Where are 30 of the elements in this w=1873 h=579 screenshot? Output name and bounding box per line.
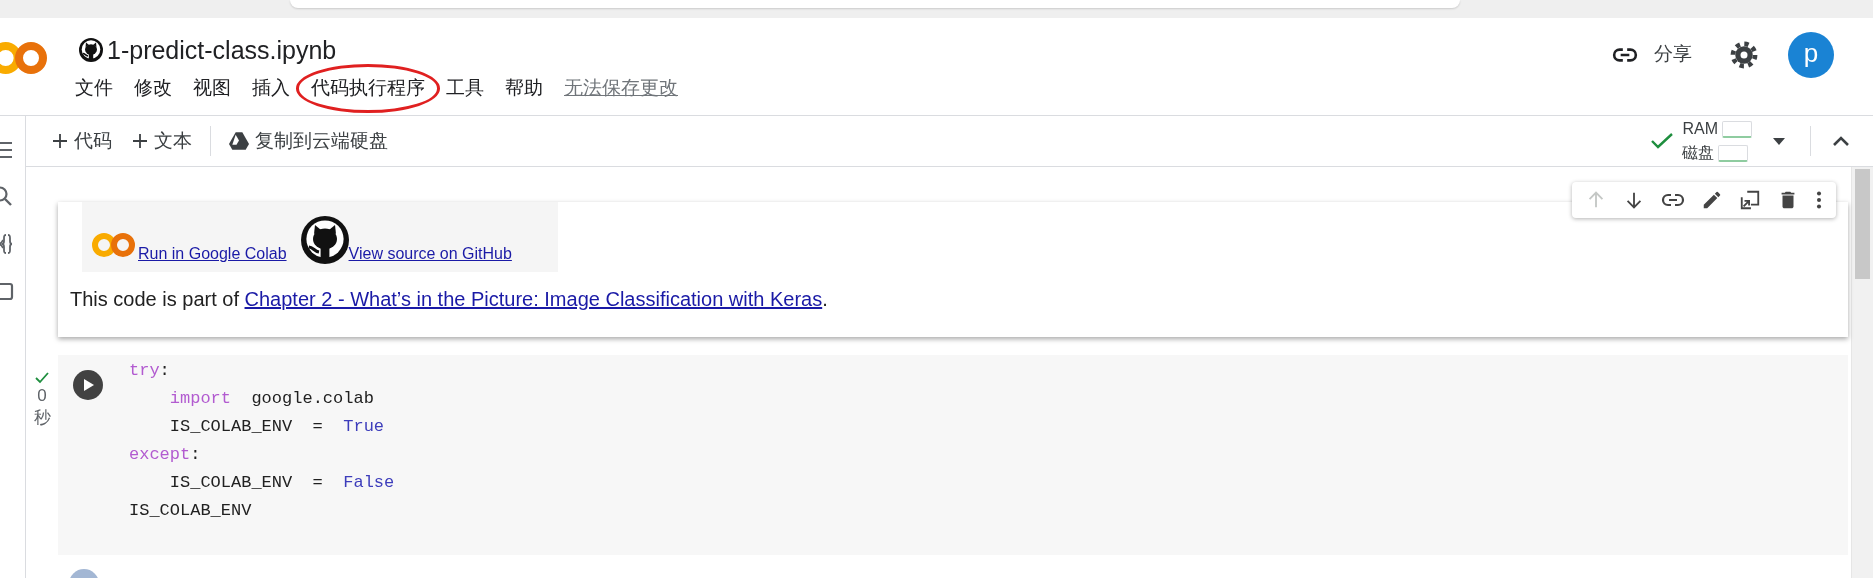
share-button[interactable]: 分享 — [1612, 40, 1692, 69]
menu-item[interactable]: 视图 — [193, 74, 231, 103]
code-line: except: — [129, 444, 202, 467]
menu-item[interactable]: 代码执行程序 — [296, 64, 440, 113]
chapter-link[interactable]: Chapter 2 - What’s in the Picture: Image Classification with Keras — [244, 288, 823, 311]
execution-time: 0 — [36, 385, 48, 408]
code-line: IS_COLAB_ENV = True — [168, 416, 386, 439]
menu-item[interactable]: 文件 — [75, 74, 113, 103]
add-cell-button[interactable]: 代码 — [42, 122, 122, 160]
user-avatar[interactable]: p — [1788, 31, 1834, 78]
time-unit: 秒 — [32, 407, 52, 430]
code-line: import google.colab — [168, 388, 375, 411]
code-line: IS_COLAB_ENV = False — [168, 472, 395, 495]
code-line: try: — [129, 360, 171, 383]
paragraph-text: This code is part of Chapter 2 - What’s in the Picture: Image Classification with Keras. — [69, 287, 829, 313]
notebook-title[interactable]: 1-predict-class.ipynb — [107, 34, 337, 66]
menu-item[interactable]: 工具 — [446, 74, 484, 103]
menu-item[interactable]: 修改 — [134, 74, 172, 103]
badge-link[interactable]: View source on GitHub — [348, 242, 512, 267]
add-cell-button[interactable]: 文本 — [122, 122, 202, 160]
save-status-link[interactable]: 无法保存更改 — [564, 74, 678, 103]
code-line: IS_COLAB_ENV — [129, 500, 253, 523]
resource-label: RAM — [1682, 119, 1718, 140]
text-cell[interactable]: Run in Google Colab View source on GitHub This code is part of Chapter 2 - What’s in the Picture: Image Classification with Keras. — [58, 202, 1848, 338]
menu-item[interactable]: 插入 — [252, 74, 290, 103]
code-cell[interactable]: try: import google.colab IS_COLAB_ENV = True except: IS_COLAB_ENV = False IS_COLAB_ENV — [58, 355, 1848, 556]
resource-label: 磁盘 — [1682, 143, 1715, 164]
badge-link[interactable]: Run in Google Colab — [138, 242, 287, 267]
copy-to-drive-button[interactable]: 复制到云端硬盘 — [219, 122, 398, 160]
menu-item[interactable]: 帮助 — [505, 74, 543, 103]
